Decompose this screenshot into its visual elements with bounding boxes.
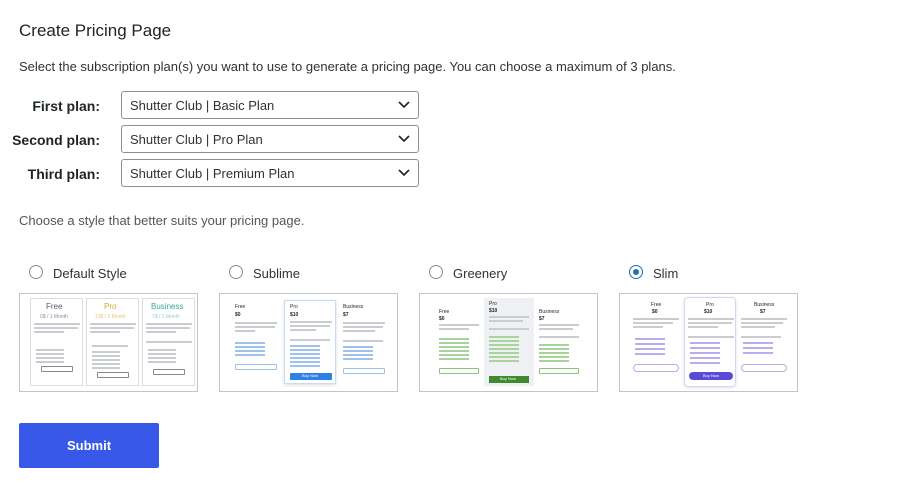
style-description: Choose a style that better suits your pr… <box>19 213 305 228</box>
second-plan-label: Second plan: <box>12 132 100 148</box>
preview-buy-button: Buy Now <box>703 373 720 378</box>
preview-buy-button: Buy Now <box>500 376 517 381</box>
preview-tier-price: $0 <box>235 312 241 318</box>
default-style-radio[interactable] <box>29 265 43 279</box>
greenery-style-label: Greenery <box>453 266 508 281</box>
second-plan-row: Second plan: Shutter Club | Pro Plan <box>12 125 421 155</box>
second-plan-value: Shutter Club | Pro Plan <box>130 132 263 147</box>
slim-style-radio[interactable] <box>629 265 643 279</box>
preview-tier-price: $0 <box>439 316 445 322</box>
third-plan-label: Third plan: <box>27 166 100 182</box>
first-plan-label: First plan: <box>32 98 100 114</box>
preview-tier-name: Pro <box>290 304 298 310</box>
preview-tier-price: $10 <box>704 309 713 315</box>
page-description: Select the subscription plan(s) you want… <box>19 59 676 74</box>
chevron-down-icon <box>398 135 410 143</box>
preview-buy-button: Buy Now <box>302 373 319 378</box>
preview-tier-price: 0$ / 1 Month <box>40 314 68 320</box>
sublime-style-radio[interactable] <box>229 265 243 279</box>
default-style-label: Default Style <box>53 266 127 281</box>
preview-tier-price: $10 <box>489 308 498 314</box>
sublime-style-label: Sublime <box>253 266 300 281</box>
slim-style-preview[interactable]: Free $0 Pro $10 Buy Now Business $7 <box>619 293 798 392</box>
preview-tier-name: Pro <box>706 302 714 308</box>
preview-tier-price: $7 <box>539 316 545 322</box>
submit-button[interactable]: Submit <box>19 423 159 468</box>
preview-tier-price: $0 <box>652 309 658 315</box>
preview-tier-name: Free <box>439 309 450 315</box>
preview-tier-price: 10$ / 1 Month <box>95 314 126 320</box>
greenery-style-radio[interactable] <box>429 265 443 279</box>
chevron-down-icon <box>398 101 410 109</box>
preview-tier-price: $7 <box>760 309 766 315</box>
preview-tier-name: Business <box>343 304 364 310</box>
preview-tier-name: Business <box>539 309 560 315</box>
sublime-style-preview[interactable]: Free $0 Pro $10 Buy Now Business $7 <box>219 293 398 392</box>
preview-tier-name: Free <box>651 302 662 308</box>
third-plan-row: Third plan: Shutter Club | Premium Plan <box>19 159 421 189</box>
third-plan-value: Shutter Club | Premium Plan <box>130 166 295 181</box>
slim-style-label: Slim <box>653 266 679 281</box>
first-plan-select[interactable]: Shutter Club | Basic Plan <box>121 91 419 119</box>
preview-tier-name: Pro <box>104 302 117 311</box>
preview-tier-price: $7 <box>343 312 349 318</box>
default-style-preview[interactable]: Free 0$ / 1 Month Pro 10$ / 1 Month Busi… <box>19 293 198 392</box>
preview-tier-name: Pro <box>489 301 497 307</box>
third-plan-select[interactable]: Shutter Club | Premium Plan <box>121 159 419 187</box>
chevron-down-icon <box>398 169 410 177</box>
preview-tier-name: Business <box>151 302 184 311</box>
greenery-style-preview[interactable]: Free $0 Pro $10 Buy Now Business $7 <box>419 293 598 392</box>
first-plan-row: First plan: Shutter Club | Basic Plan <box>19 91 421 121</box>
preview-tier-price: 7$ / 1 Month <box>152 314 180 320</box>
second-plan-select[interactable]: Shutter Club | Pro Plan <box>121 125 419 153</box>
first-plan-value: Shutter Club | Basic Plan <box>130 98 275 113</box>
preview-tier-name: Free <box>46 302 63 311</box>
preview-tier-name: Free <box>235 304 246 310</box>
page-title: Create Pricing Page <box>19 21 172 40</box>
preview-tier-name: Business <box>754 302 775 308</box>
preview-tier-price: $10 <box>290 312 299 318</box>
